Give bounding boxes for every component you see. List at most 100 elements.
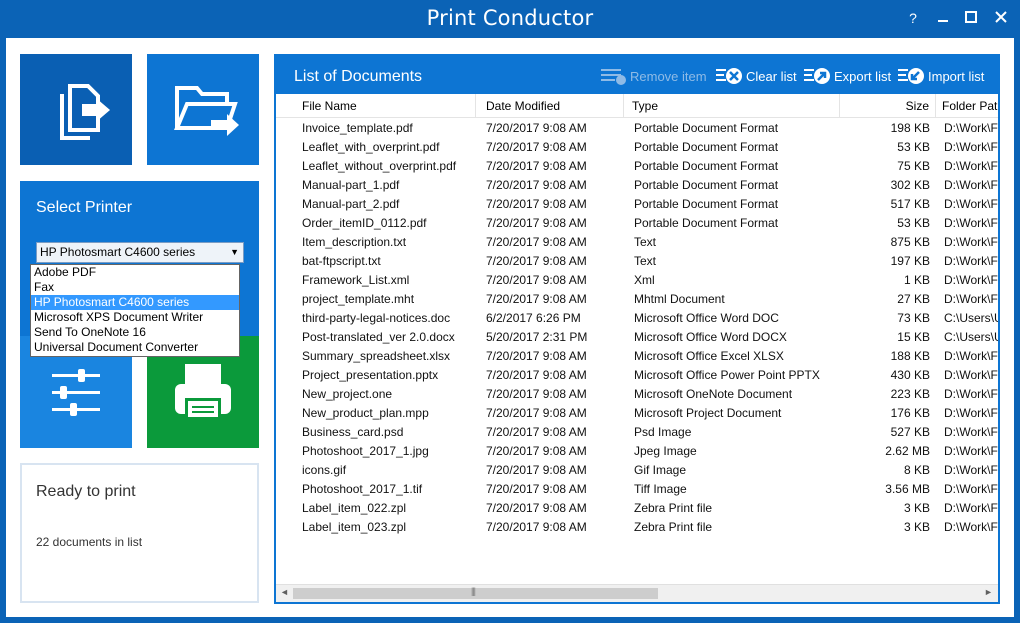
export-list-icon (804, 68, 830, 84)
scroll-left-icon[interactable]: ◄ (280, 587, 289, 597)
cell-date-modified: 7/20/2017 9:08 AM (486, 121, 587, 135)
cell-folder-path: D:\Work\F (944, 444, 998, 458)
cell-folder-path: D:\Work\F (944, 425, 998, 439)
cell-file-name: Photoshoot_2017_1.tif (302, 482, 423, 496)
table-row[interactable]: Summary_spreadsheet.xlsx 7/20/2017 9:08 A… (276, 347, 998, 366)
cell-file-name: New_product_plan.mpp (302, 406, 429, 420)
close-icon (995, 11, 1007, 23)
cell-file-name: bat-ftpscript.txt (302, 254, 381, 268)
cell-type: Microsoft Office Word DOC (634, 311, 779, 325)
remove-item-button[interactable]: Remove item (599, 65, 707, 87)
cell-size: 875 KB (890, 235, 930, 249)
close-button[interactable] (991, 8, 1011, 28)
cell-folder-path: D:\Work\F (944, 197, 998, 211)
import-list-label: Import list (928, 68, 985, 84)
table-row[interactable]: Manual-part_2.pdf 7/20/2017 9:08 AM Portab… (276, 195, 998, 214)
column-size[interactable]: Size (840, 94, 936, 118)
cell-date-modified: 7/20/2017 9:08 AM (486, 292, 587, 306)
cell-date-modified: 7/20/2017 9:08 AM (486, 406, 587, 420)
table-row[interactable]: Label_item_023.zpl 7/20/2017 9:08 AM Zebra… (276, 518, 998, 537)
column-date-modified[interactable]: Date Modified (476, 94, 624, 118)
cell-date-modified: 7/20/2017 9:08 AM (486, 140, 587, 154)
table-row[interactable]: Leaflet_without_overprint.pdf 7/20/2017 9… (276, 157, 998, 176)
table-row[interactable]: bat-ftpscript.txt 7/20/2017 9:08 AM Text 19… (276, 252, 998, 271)
printer-option[interactable]: Fax (31, 280, 239, 295)
cell-type: Microsoft Office Excel XLSX (634, 349, 784, 363)
cell-type: Mhtml Document (634, 292, 725, 306)
cell-type: Gif Image (634, 463, 687, 477)
cell-date-modified: 7/20/2017 9:08 AM (486, 235, 587, 249)
maximize-button[interactable] (961, 8, 981, 28)
scroll-right-icon[interactable]: ► (984, 587, 993, 597)
cell-folder-path: C:\Users\U (944, 330, 998, 344)
scrollbar-thumb[interactable] (293, 588, 658, 599)
table-row[interactable]: Photoshoot_2017_1.jpg 7/20/2017 9:08 AM Jp… (276, 442, 998, 461)
cell-file-name: Order_itemID_0112.pdf (302, 216, 427, 230)
remove-item-label: Remove item (630, 68, 707, 84)
table-row[interactable]: Order_itemID_0112.pdf 7/20/2017 9:08 AM Po… (276, 214, 998, 233)
table-row[interactable]: Business_card.psd 7/20/2017 9:08 AM Psd Im… (276, 423, 998, 442)
table-row[interactable]: icons.gif 7/20/2017 9:08 AM Gif Image 8 KB D… (276, 461, 998, 480)
clear-list-icon (716, 68, 742, 84)
cell-file-name: Label_item_022.zpl (302, 501, 407, 515)
table-row[interactable]: Invoice_template.pdf 7/20/2017 9:08 AM Por… (276, 119, 998, 138)
cell-type: Jpeg Image (634, 444, 697, 458)
cell-file-name: Item_description.txt (302, 235, 407, 249)
cell-size: 176 KB (890, 406, 930, 420)
printer-option[interactable]: Microsoft XPS Document Writer (31, 310, 239, 325)
cell-file-name: Leaflet_without_overprint.pdf (302, 159, 457, 173)
table-row[interactable]: New_project.one 7/20/2017 9:08 AM Microsof… (276, 385, 998, 404)
table-row[interactable]: third-party-legal-notices.doc 6/2/2017 6:… (276, 309, 998, 328)
column-file-name[interactable]: File Name (276, 94, 476, 118)
clear-list-button[interactable]: Clear list (715, 65, 797, 87)
cell-folder-path: D:\Work\F (944, 216, 998, 230)
column-folder-path[interactable]: Folder Pat (936, 94, 998, 118)
cell-type: Microsoft OneNote Document (634, 387, 793, 401)
table-row[interactable]: Photoshoot_2017_1.tif 7/20/2017 9:08 AM Ti… (276, 480, 998, 499)
add-folder-button[interactable] (147, 54, 259, 165)
cell-folder-path: D:\Work\F (944, 368, 998, 382)
horizontal-scrollbar[interactable]: ◄ ||| ► (276, 584, 998, 602)
table-row[interactable]: Project_presentation.pptx 7/20/2017 9:08 … (276, 366, 998, 385)
table-row[interactable]: Label_item_022.zpl 7/20/2017 9:08 AM Zebra… (276, 499, 998, 518)
add-folder-icon (174, 86, 239, 136)
export-list-button[interactable]: Export list (803, 65, 891, 87)
import-list-button[interactable]: Import list (897, 65, 984, 87)
cell-folder-path: D:\Work\F (944, 235, 998, 249)
minimize-button[interactable] (933, 8, 953, 28)
cell-date-modified: 7/20/2017 9:08 AM (486, 520, 587, 534)
cell-file-name: Invoice_template.pdf (302, 121, 413, 135)
printer-select[interactable]: HP Photosmart C4600 series ▼ (36, 242, 244, 263)
cell-file-name: icons.gif (302, 463, 347, 477)
cell-size: 430 KB (890, 368, 930, 382)
cell-type: Portable Document Format (634, 178, 779, 192)
printer-option[interactable]: Universal Document Converter (31, 340, 239, 355)
cell-folder-path: D:\Work\F (944, 463, 998, 477)
table-row[interactable]: Framework_List.xml 7/20/2017 9:08 AM Xml 1 … (276, 271, 998, 290)
cell-size: 527 KB (890, 425, 930, 439)
remove-item-icon (601, 69, 626, 85)
cell-type: Portable Document Format (634, 216, 779, 230)
printer-option[interactable]: Adobe PDF (31, 265, 239, 280)
table-row[interactable]: Post-translated_ver 2.0.docx 5/20/2017 2:… (276, 328, 998, 347)
table-row[interactable]: Leaflet_with_overprint.pdf 7/20/2017 9:08… (276, 138, 998, 157)
printer-option[interactable]: Send To OneNote 16 (31, 325, 239, 340)
cell-date-modified: 7/20/2017 9:08 AM (486, 482, 587, 496)
cell-file-name: Framework_List.xml (302, 273, 410, 287)
list-header: List of Documents Remove item Clear list… (276, 56, 998, 94)
cell-date-modified: 7/20/2017 9:08 AM (486, 368, 587, 382)
chevron-down-icon: ▼ (230, 247, 239, 257)
cell-size: 53 KB (897, 140, 930, 154)
add-files-button[interactable] (20, 54, 132, 165)
help-button[interactable]: ? (903, 8, 923, 28)
table-row[interactable]: Manual-part_1.pdf 7/20/2017 9:08 AM Portab… (276, 176, 998, 195)
column-type[interactable]: Type (624, 94, 840, 118)
table-row[interactable]: project_template.mht 7/20/2017 9:08 AM Mht… (276, 290, 998, 309)
cell-type: Xml (634, 273, 655, 287)
printer-option[interactable]: HP Photosmart C4600 series (31, 295, 239, 310)
cell-date-modified: 7/20/2017 9:08 AM (486, 178, 587, 192)
cell-file-name: New_project.one (302, 387, 393, 401)
table-row[interactable]: Item_description.txt 7/20/2017 9:08 AM Tex… (276, 233, 998, 252)
table-row[interactable]: New_product_plan.mpp 7/20/2017 9:08 AM Mic… (276, 404, 998, 423)
window-title: Print Conductor (426, 6, 594, 30)
